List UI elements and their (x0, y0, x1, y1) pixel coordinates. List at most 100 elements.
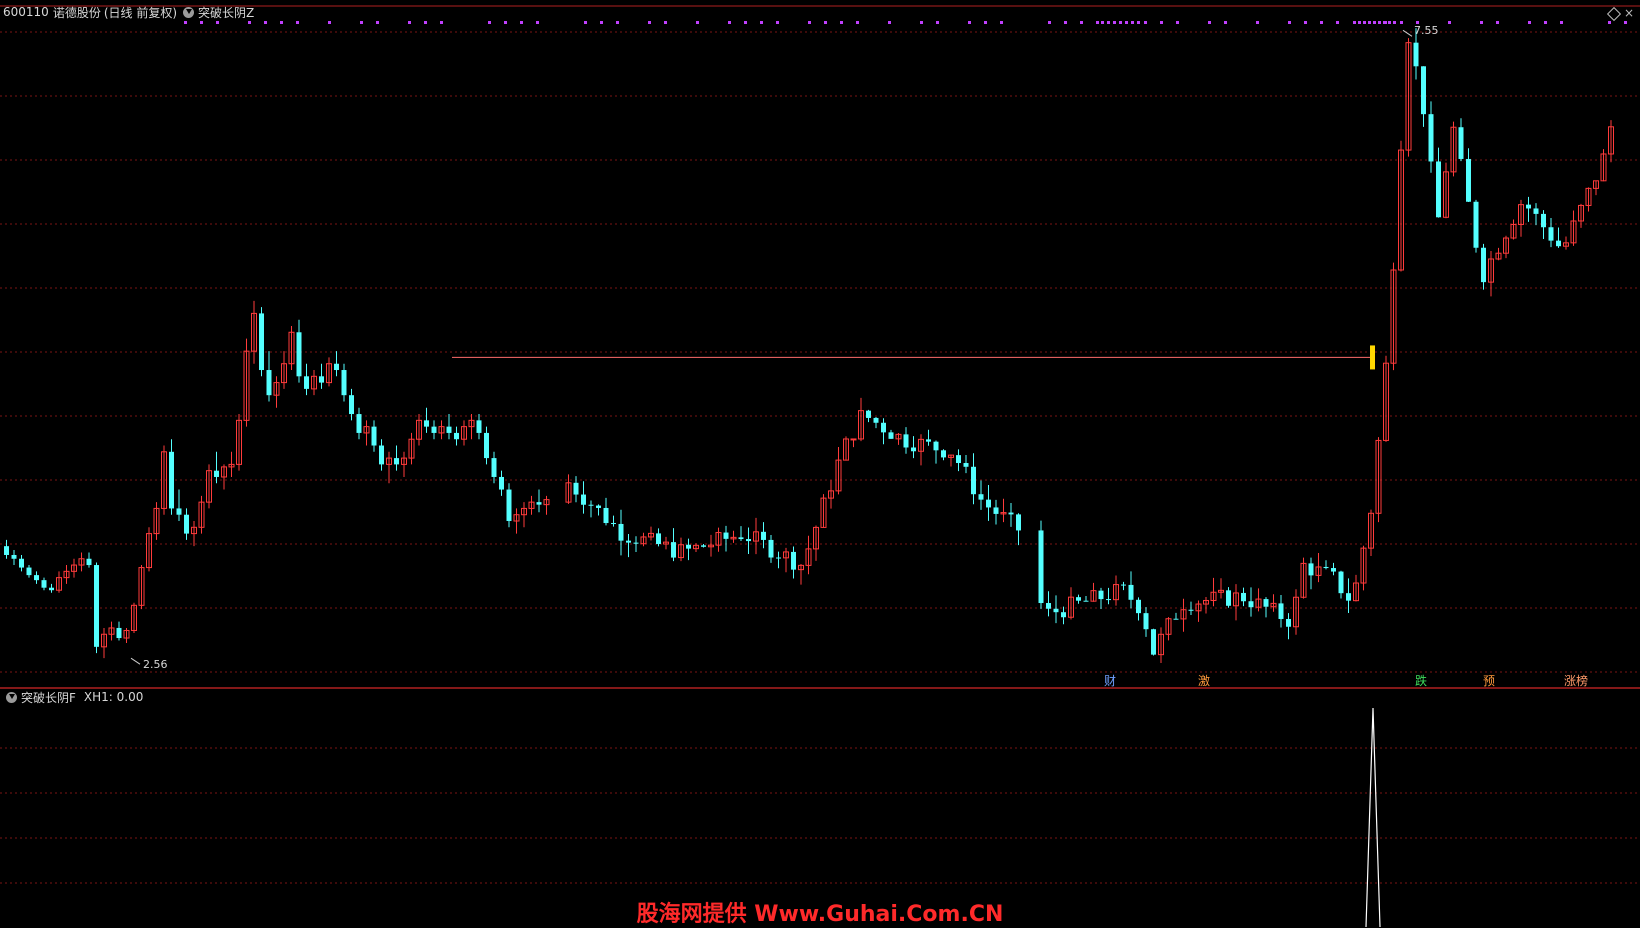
candle-body (169, 451, 174, 509)
candle-body (1548, 227, 1554, 241)
signal-dot (504, 21, 507, 24)
candle-body (491, 458, 497, 477)
signal-dot (488, 21, 491, 24)
candle-body (446, 426, 452, 433)
candle-body (1188, 609, 1194, 611)
signal-dot (248, 21, 251, 24)
watermark: 股海网提供 Www.Guhai.Com.CN (636, 902, 1004, 927)
signal-dot (1393, 21, 1396, 24)
candle-body (1533, 208, 1539, 214)
candle-body (776, 557, 781, 559)
signal-dot (1137, 21, 1140, 24)
signal-dot (296, 21, 299, 24)
candle-body (1466, 158, 1471, 202)
signal-dot (1119, 21, 1122, 24)
signal-dot (600, 21, 603, 24)
signal-dot (1096, 21, 1099, 24)
candle-body (424, 420, 429, 427)
candle-body (176, 508, 182, 515)
event-tag-finance[interactable]: 财 (1104, 674, 1116, 688)
event-tag-drop[interactable]: 跌 (1415, 674, 1427, 688)
signal-dot (984, 21, 987, 24)
high-leader (1402, 29, 1413, 37)
signal-dot (200, 21, 203, 24)
signal-dot (776, 21, 779, 24)
candle-body (1323, 566, 1329, 569)
signal-dot (280, 21, 283, 24)
candle-body (1248, 601, 1254, 608)
candle-body (1046, 603, 1051, 609)
candle-body (116, 627, 122, 639)
candle-body (723, 532, 729, 539)
candle-body (986, 499, 991, 508)
candle-body (1428, 114, 1434, 162)
candle-body (431, 426, 437, 433)
signal-dot (728, 21, 731, 24)
candle-body (349, 395, 354, 415)
signal-dot (1353, 21, 1356, 24)
signal-dot (856, 21, 859, 24)
signal-dot (1560, 21, 1563, 24)
signal-dot (1144, 21, 1147, 24)
signal-dot (968, 21, 971, 24)
price-chart[interactable] (0, 0, 1640, 927)
candle-body (881, 422, 886, 433)
candle-body (978, 494, 984, 500)
candle-body (1061, 612, 1066, 618)
candle-body (259, 313, 264, 371)
candle-body (956, 455, 961, 464)
sub-indicator-menu-icon[interactable] (6, 691, 17, 703)
candle-body (41, 580, 47, 588)
signal-dot (1544, 21, 1547, 24)
candle-body (94, 565, 99, 647)
candlestick-series (4, 28, 1614, 665)
signal-dot (1624, 21, 1627, 24)
candle-body (296, 332, 302, 377)
candle-body (1346, 593, 1351, 601)
sub-indicator-name[interactable]: 突破长阴F (21, 689, 76, 706)
candle-body (506, 489, 512, 522)
signal-dot (1160, 21, 1163, 24)
signal-dot (216, 21, 219, 24)
candle-body (873, 417, 879, 423)
signal-dot (328, 21, 331, 24)
signal-dot (1496, 21, 1499, 24)
candle-body (963, 463, 969, 467)
candle-body (379, 445, 384, 465)
candle-body (4, 546, 9, 555)
candle-body (971, 466, 976, 495)
candle-body (214, 470, 219, 477)
candle-body (11, 554, 17, 559)
candle-body (86, 558, 92, 566)
event-tag-forecast[interactable]: 预 (1483, 674, 1495, 688)
candle-body (588, 504, 594, 506)
candle-body (1053, 608, 1059, 613)
signal-dot (1448, 21, 1451, 24)
candle-body (791, 551, 796, 570)
candle-body (1421, 66, 1426, 115)
candle-body (1106, 599, 1111, 601)
event-tag-incentive[interactable]: 激 (1198, 674, 1210, 688)
candle-body (1556, 240, 1561, 247)
candle-body (993, 507, 999, 514)
candle-body (184, 514, 189, 534)
candle-body (866, 410, 871, 418)
candle-body (611, 523, 616, 525)
signal-dot (408, 21, 411, 24)
signal-bar (1370, 345, 1375, 370)
signal-dot (808, 21, 811, 24)
signal-dot (824, 21, 827, 24)
signal-dot (760, 21, 763, 24)
low-leader (130, 657, 141, 665)
stock-chart-window: 600110 诺德股份 (日线 前复权) 突破长阴Z × 7.55 2.56 财… (0, 0, 1640, 927)
candle-body (484, 432, 489, 459)
candle-body (573, 482, 579, 495)
sub-indicator-value: XH1: 0.00 (83, 690, 144, 704)
candle-body (850, 438, 857, 441)
price-gridlines (0, 5, 1640, 884)
sub-indicator-chart (1365, 707, 1381, 927)
candle-body (1038, 530, 1044, 604)
candle-body (1263, 599, 1269, 607)
candle-body (633, 542, 639, 544)
event-tag-gain-list[interactable]: 涨榜 (1564, 674, 1588, 688)
